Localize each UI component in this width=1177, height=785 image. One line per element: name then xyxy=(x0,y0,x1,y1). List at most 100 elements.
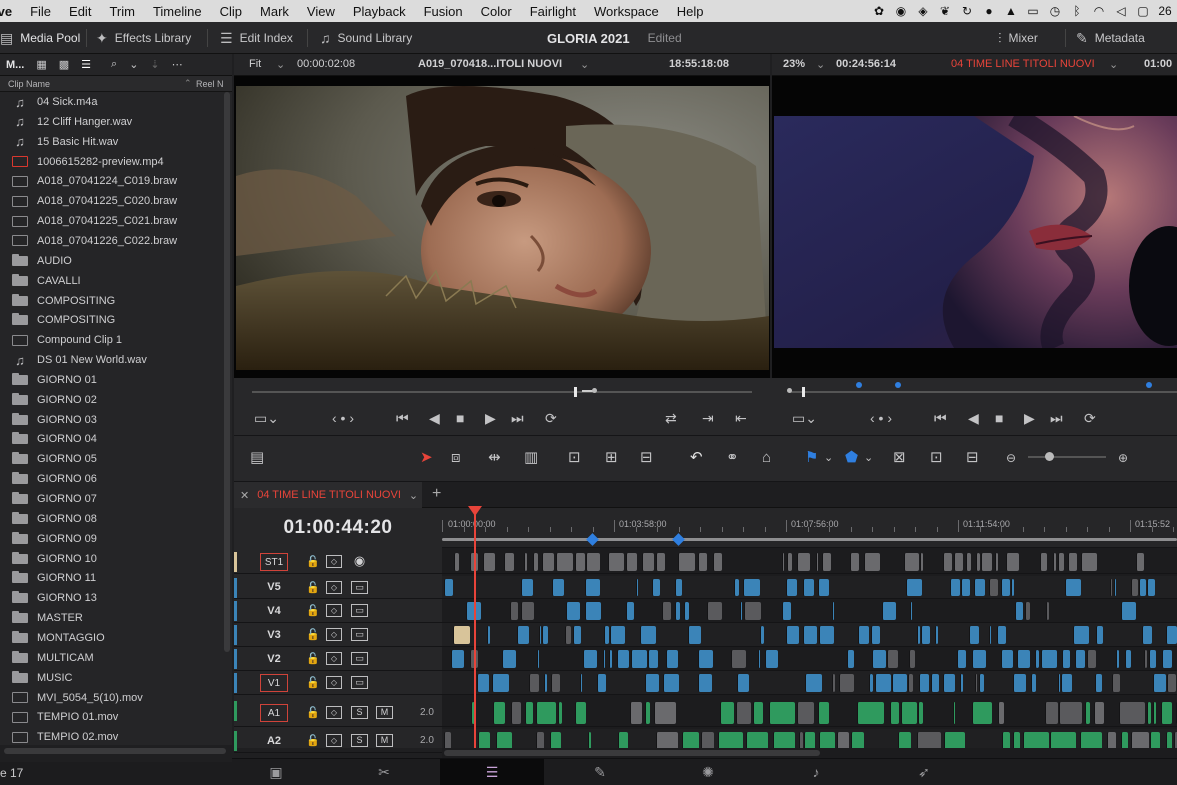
timeline-clip[interactable] xyxy=(731,650,746,668)
menu-fairlight[interactable]: Fairlight xyxy=(521,4,585,19)
timeline-clip[interactable] xyxy=(957,650,966,668)
timeline-clip[interactable] xyxy=(648,650,658,668)
timeline-clip[interactable] xyxy=(1153,674,1166,692)
marker-dot[interactable] xyxy=(856,382,862,388)
timeline-clip[interactable] xyxy=(645,674,659,692)
edit-index-button[interactable]: ☰ Edit Index xyxy=(220,22,293,54)
timeline-clip[interactable] xyxy=(1068,553,1077,571)
timeline-clip[interactable] xyxy=(698,650,713,668)
media-pool-button[interactable]: ▤ Media Pool xyxy=(0,22,80,54)
auto-track-icon[interactable]: ◇ xyxy=(326,604,342,617)
timeline-clip[interactable] xyxy=(787,553,792,571)
timeline-name-chevron-icon[interactable]: ⌄ xyxy=(1109,58,1118,71)
timeline-clip[interactable] xyxy=(1119,702,1145,724)
timeline-clip[interactable] xyxy=(558,702,562,724)
flag-icon[interactable]: ⚑ xyxy=(805,447,818,469)
track-header-a1[interactable]: A1 🔓 ◇ S M 2.0 xyxy=(234,699,442,727)
zoom-detail-icon[interactable]: ⊡ xyxy=(930,447,943,469)
timeline-clip[interactable] xyxy=(981,553,992,571)
timeline-clip[interactable] xyxy=(898,732,911,748)
loop-icon[interactable]: ⟳ xyxy=(545,408,557,428)
timeline-clip[interactable] xyxy=(617,650,629,668)
timeline-clip[interactable] xyxy=(701,732,714,748)
media-pool-item[interactable]: COMPOSITING xyxy=(0,291,222,311)
column-clip-name[interactable]: Clip Name xyxy=(8,79,50,89)
track-lane-v4[interactable] xyxy=(442,599,1177,623)
skip-forward-icon[interactable]: ⏭ xyxy=(511,408,524,428)
auto-track-icon[interactable]: ◇ xyxy=(326,676,342,689)
chevron-down-icon[interactable]: ⌄ xyxy=(409,489,418,502)
media-pool-hscrollbar[interactable] xyxy=(4,748,226,754)
track-enable-icon[interactable]: ▭ xyxy=(351,652,368,665)
timeline-clip[interactable] xyxy=(760,626,764,644)
timeline-clip[interactable] xyxy=(943,553,952,571)
timeline-clip[interactable] xyxy=(1112,674,1120,692)
timeline-clip[interactable] xyxy=(551,674,560,692)
timeline-clip[interactable] xyxy=(882,602,896,620)
timeline-clip[interactable] xyxy=(656,732,678,748)
dynamic-trim-icon[interactable]: ⇹ xyxy=(488,447,501,469)
timeline-clip[interactable] xyxy=(950,579,960,596)
track-enable-icon[interactable]: ▭ xyxy=(351,676,368,689)
timeline-clip[interactable] xyxy=(675,602,680,620)
timeline-clip[interactable] xyxy=(1061,674,1072,692)
timeline-clip[interactable] xyxy=(483,553,495,571)
timeline-clip[interactable] xyxy=(586,553,600,571)
timeline-clip[interactable] xyxy=(533,553,538,571)
timeline-clip[interactable] xyxy=(1116,650,1119,668)
timeline-clip[interactable] xyxy=(1085,702,1090,724)
timeline-clip[interactable] xyxy=(782,553,784,571)
timeline-clip[interactable] xyxy=(1153,702,1156,724)
tray-wifi-icon[interactable]: ◠ xyxy=(1091,4,1107,18)
menu-clip[interactable]: Clip xyxy=(211,4,251,19)
timeline-clip[interactable] xyxy=(1094,702,1104,724)
timeline-clip[interactable] xyxy=(908,674,913,692)
track-lock-icon[interactable]: 🔓 xyxy=(306,604,320,617)
media-pool-item[interactable]: GIORNO 09 xyxy=(0,529,222,549)
timeline-clip[interactable] xyxy=(746,732,768,748)
timeline-clip[interactable] xyxy=(799,732,803,748)
timeline-clip[interactable] xyxy=(1073,626,1089,644)
timeline-skip-back-icon[interactable]: ⏮ xyxy=(934,408,947,428)
timeline-clip[interactable] xyxy=(1095,674,1102,692)
timeline-clip[interactable] xyxy=(782,602,791,620)
edit-icon[interactable]: ☰ xyxy=(440,759,544,785)
timeline-clip[interactable] xyxy=(521,602,534,620)
timeline-clip[interactable] xyxy=(875,674,891,692)
timeline-clip[interactable] xyxy=(444,732,451,748)
timeline-clip[interactable] xyxy=(887,650,898,668)
timeline-clip[interactable] xyxy=(1015,602,1023,620)
mixer-button[interactable]: ⫶ Mixer xyxy=(998,22,1038,54)
tray-leaf-icon[interactable]: ❦ xyxy=(937,4,953,18)
jog-icon[interactable]: ‹ • › xyxy=(332,408,354,428)
timeline-clip[interactable] xyxy=(713,553,722,571)
grid-view-icon[interactable]: ▩ xyxy=(53,58,75,71)
timeline-clip[interactable] xyxy=(1139,579,1146,596)
timeline-clip[interactable] xyxy=(869,674,873,692)
timeline-clip[interactable] xyxy=(920,553,923,571)
timeline-tab[interactable]: ✕ 04 TIME LINE TITOLI NUOVI ⌄ xyxy=(234,482,422,508)
timeline-clip[interactable] xyxy=(1110,579,1112,596)
track-lane-v5[interactable] xyxy=(442,576,1177,599)
timeline-clip[interactable] xyxy=(819,626,834,644)
overwrite-clip-icon[interactable]: ⊞ xyxy=(605,447,618,469)
skip-back-icon[interactable]: ⏮ xyxy=(396,408,409,428)
track-header-v3[interactable]: V3 🔓 ◇ ▭ xyxy=(234,623,442,647)
track-header-v4[interactable]: V4 🔓 ◇ ▭ xyxy=(234,599,442,623)
timeline-clip[interactable] xyxy=(453,626,470,644)
timeline-clip[interactable] xyxy=(892,674,907,692)
more-options-icon[interactable]: ⋯ xyxy=(166,58,189,71)
flag-chevron-icon[interactable]: ⌄ xyxy=(824,447,833,469)
timeline-ruler[interactable]: 01:00:00:00 01:03:58:00 01:07:56:00 01:11:5… xyxy=(442,508,1177,532)
stop-icon[interactable]: ■ xyxy=(456,408,464,428)
timeline-zoom-bar[interactable] xyxy=(442,532,1177,548)
tray-bluetooth-icon[interactable]: ᛒ xyxy=(1069,4,1085,18)
timeline-reverse-icon[interactable]: ◀ xyxy=(968,408,979,428)
timeline-clip[interactable] xyxy=(969,626,979,644)
timeline-clip[interactable] xyxy=(1013,732,1020,748)
timeline-clip[interactable] xyxy=(636,579,638,596)
media-pool-item[interactable]: A018_07041226_C022.braw xyxy=(0,231,222,251)
timeline-clip[interactable] xyxy=(608,553,624,571)
timeline-clip[interactable] xyxy=(542,626,548,644)
track-enable-icon[interactable]: ▭ xyxy=(351,628,368,641)
